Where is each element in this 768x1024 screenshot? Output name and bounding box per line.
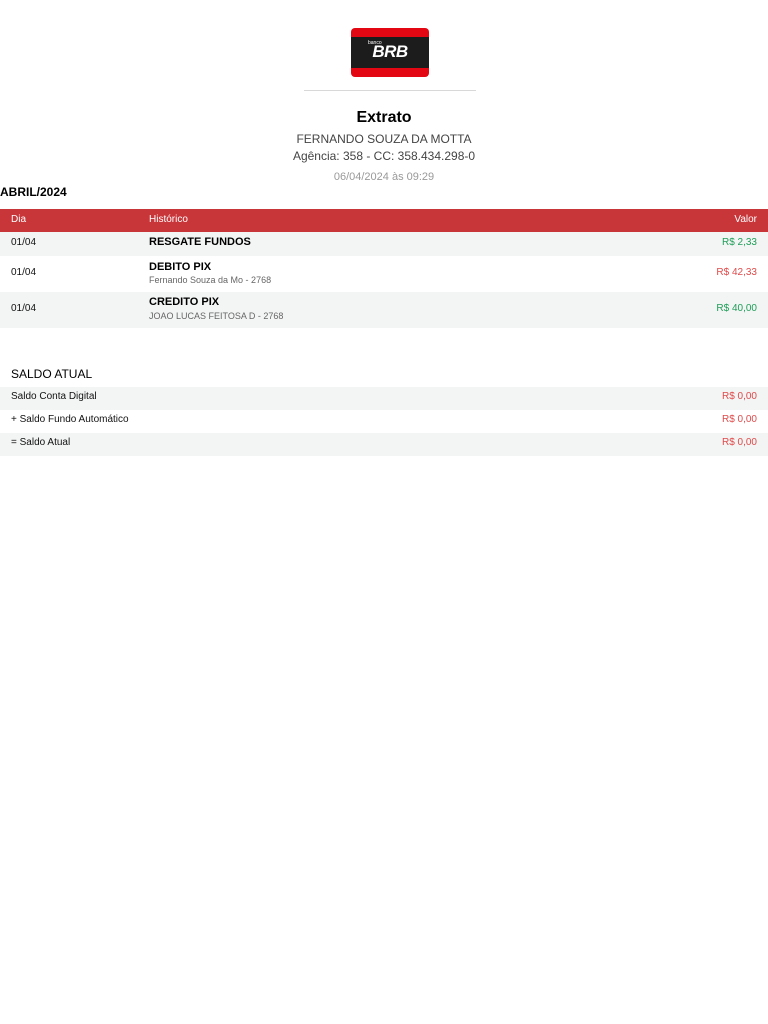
row-value: R$ 40,00 xyxy=(716,303,757,314)
row-value: R$ 42,33 xyxy=(716,267,757,278)
transactions-table-header: Dia Histórico Valor xyxy=(0,209,768,232)
row-title: RESGATE FUNDOS xyxy=(149,236,251,248)
row-day: 01/04 xyxy=(11,303,37,314)
table-row: 01/04 RESGATE FUNDOS R$ 2,33 xyxy=(0,232,768,256)
table-row: 01/04 CREDITO PIX JOAO LUCAS FEITOSA D -… xyxy=(0,292,768,328)
period-label: ABRIL/2024 xyxy=(0,185,67,199)
balance-row-label: Saldo Conta Digital xyxy=(11,391,97,402)
page-title: Extrato xyxy=(356,109,412,126)
column-header-value: Valor xyxy=(734,214,757,225)
brb-logo: banco BRB xyxy=(351,28,429,77)
statement-timestamp: 06/04/2024 às 09:29 xyxy=(333,171,435,183)
column-header-history: Histórico xyxy=(149,214,188,225)
row-title: DEBITO PIX xyxy=(149,261,212,273)
column-header-day: Dia xyxy=(11,214,27,225)
logo-badge: banco BRB xyxy=(351,28,429,77)
row-day: 01/04 xyxy=(11,267,37,278)
row-value: R$ 2,33 xyxy=(721,237,757,248)
balance-row: Saldo Conta Digital R$ 0,00 xyxy=(0,387,768,410)
row-title: CREDITO PIX xyxy=(149,296,220,308)
balance-row: = Saldo Atual R$ 0,00 xyxy=(0,433,768,456)
balance-row-value: R$ 0,00 xyxy=(721,437,757,448)
account-holder-name: FERNANDO SOUZA DA MOTTA xyxy=(296,132,472,146)
balance-row-label: = Saldo Atual xyxy=(11,437,71,448)
row-detail: Fernando Souza da Mo - 2768 xyxy=(149,275,272,285)
logo-brand-text: BRB xyxy=(372,42,408,61)
row-day: 01/04 xyxy=(11,237,37,248)
balance-row-label: + Saldo Fundo Automático xyxy=(11,414,129,425)
table-row: 01/04 DEBITO PIX Fernando Souza da Mo - … xyxy=(0,256,768,292)
account-info: Agência: 358 - CC: 358.434.298-0 xyxy=(292,149,476,163)
balance-section-title: SALDO ATUAL xyxy=(11,367,93,381)
balance-row-value: R$ 0,00 xyxy=(721,391,757,402)
row-detail: JOAO LUCAS FEITOSA D - 2768 xyxy=(149,311,284,321)
header-divider xyxy=(304,90,476,91)
balance-row: + Saldo Fundo Automático R$ 0,00 xyxy=(0,410,768,433)
balance-row-value: R$ 0,00 xyxy=(721,414,757,425)
